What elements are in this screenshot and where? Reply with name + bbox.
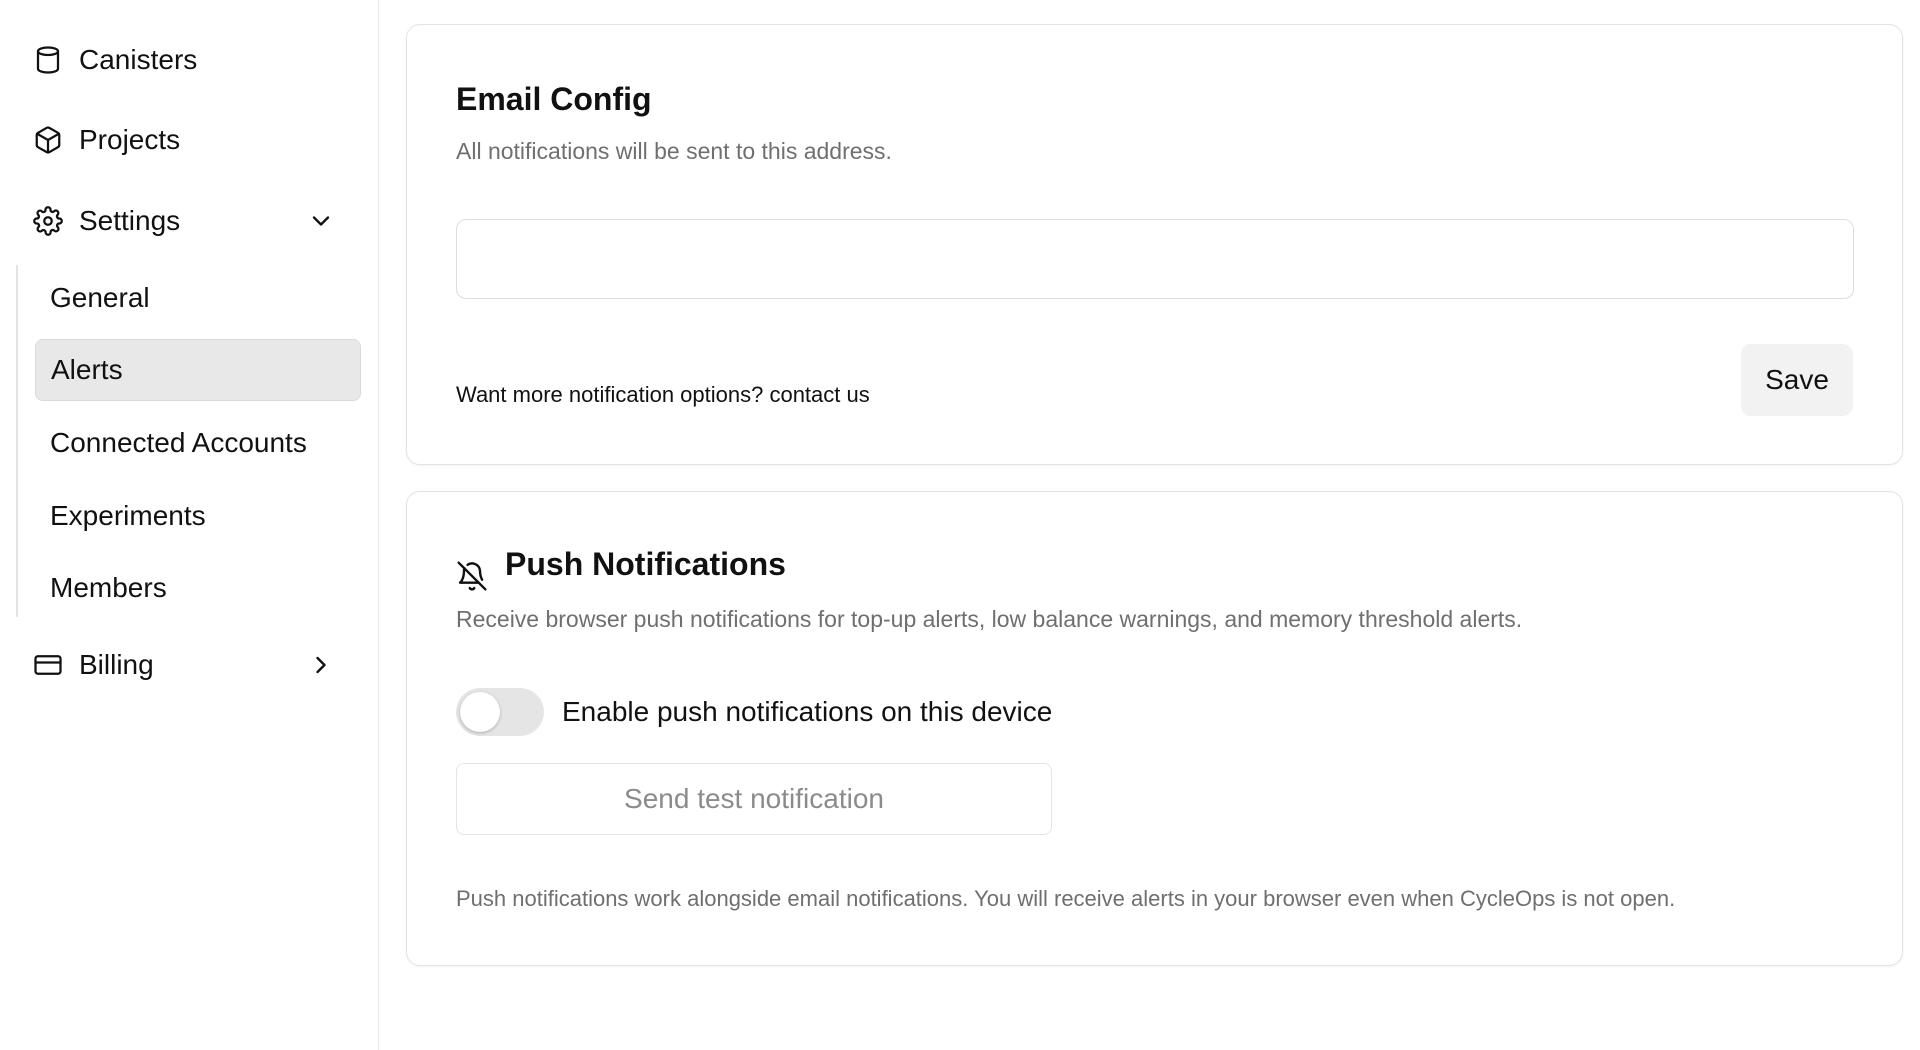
- credit-card-icon: [32, 649, 64, 681]
- push-toggle[interactable]: [456, 688, 544, 736]
- push-toggle-label: Enable push notifications on this device: [562, 696, 1053, 727]
- contact-us-link[interactable]: Want more notification options? contact …: [456, 382, 870, 408]
- push-footer-note: Push notifications work alongside email …: [456, 886, 1676, 911]
- email-config-title: Email Config: [456, 81, 652, 117]
- email-field[interactable]: [456, 219, 1854, 299]
- send-test-notification-button[interactable]: Send test notification: [456, 763, 1052, 835]
- sidebar-item-billing[interactable]: Billing: [32, 643, 347, 687]
- sidebar-item-label: Projects: [79, 124, 181, 155]
- sidebar: Canisters Projects Settings General Aler…: [0, 0, 379, 1050]
- sidebar-subitem-alerts[interactable]: Alerts: [35, 339, 361, 401]
- submenu-rail: [16, 265, 18, 617]
- push-notifications-title: Push Notifications: [505, 546, 786, 582]
- gear-icon: [32, 205, 64, 237]
- sidebar-item-label: Settings: [79, 205, 181, 236]
- sidebar-subitem-general[interactable]: General: [35, 267, 361, 329]
- sidebar-item-projects[interactable]: Projects: [32, 118, 347, 162]
- sidebar-item-canisters[interactable]: Canisters: [32, 38, 347, 82]
- database-icon: [32, 44, 64, 76]
- push-notifications-card: Push Notifications Receive browser push …: [406, 491, 1903, 966]
- save-button[interactable]: Save: [1741, 344, 1853, 416]
- sidebar-subitem-experiments[interactable]: Experiments: [35, 485, 361, 547]
- box-icon: [32, 124, 64, 156]
- sidebar-item-settings[interactable]: Settings: [32, 199, 347, 243]
- sidebar-item-label: Canisters: [79, 44, 198, 75]
- email-config-card: Email Config All notifications will be s…: [406, 24, 1903, 465]
- toggle-knob: [460, 692, 500, 732]
- chevron-down-icon[interactable]: [307, 207, 335, 235]
- push-notifications-description: Receive browser push notifications for t…: [456, 606, 1523, 632]
- bell-off-icon: [457, 561, 487, 591]
- chevron-right-icon[interactable]: [307, 651, 335, 679]
- sidebar-subitem-members[interactable]: Members: [35, 557, 361, 619]
- sidebar-item-label: Billing: [79, 649, 154, 680]
- sidebar-subitem-connected-accounts[interactable]: Connected Accounts: [35, 412, 361, 474]
- email-config-description: All notifications will be sent to this a…: [456, 138, 892, 164]
